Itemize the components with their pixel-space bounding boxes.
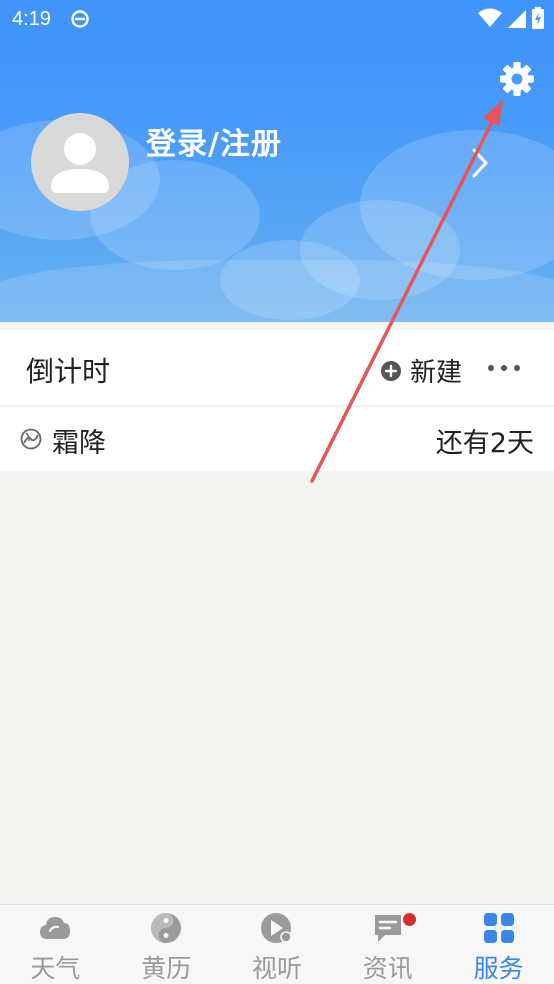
nav-tab-label: 资讯: [362, 954, 413, 983]
screen: 4:19 登录/注册 倒计时 新建 霜降 还有2天 天气 黄历 视听 资讯 服务: [0, 0, 554, 984]
battery-icon: [532, 7, 544, 29]
yin-yang-icon: [151, 913, 182, 943]
user-placeholder-icon: [51, 133, 109, 193]
countdown-section-header: 倒计时 新建: [0, 330, 554, 406]
new-countdown-label: 新建: [410, 358, 463, 388]
event-name: 霜降: [52, 428, 106, 459]
login-register-link[interactable]: 登录/注册: [146, 119, 282, 163]
nav-tab-label: 黄历: [141, 954, 192, 983]
nav-tab-label: 视听: [251, 954, 302, 983]
bottom-navigation: 天气 黄历 视听 资讯 服务: [0, 904, 554, 984]
status-time: 4:19: [12, 8, 51, 30]
nav-tab-media[interactable]: 视听: [222, 905, 333, 984]
signal-icon: [508, 10, 526, 28]
countdown-title: 倒计时: [26, 355, 111, 388]
cloud-icon: [40, 917, 71, 939]
nav-tab-label: 天气: [30, 954, 81, 983]
nav-tab-news[interactable]: 资讯: [332, 905, 443, 984]
wifi-icon: [478, 8, 502, 27]
new-countdown-button[interactable]: 新建: [380, 352, 462, 389]
countdown-event-row[interactable]: 霜降 还有2天: [0, 407, 554, 471]
nav-tab-almanac[interactable]: 黄历: [111, 905, 222, 984]
app-notification-icon: [71, 10, 89, 28]
news-unread-badge: [403, 913, 417, 926]
nav-tab-label: 服务: [473, 954, 524, 983]
more-options-icon[interactable]: [486, 358, 522, 378]
status-bar: 4:19: [0, 0, 554, 40]
status-icons: [478, 7, 544, 29]
profile-header: 4:19 登录/注册: [0, 0, 554, 322]
solar-term-icon: [20, 428, 42, 450]
play-music-icon: [260, 913, 292, 943]
settings-gear-icon[interactable]: [496, 58, 538, 100]
news-message-icon: [374, 915, 401, 942]
grid-apps-icon: [483, 913, 514, 943]
avatar[interactable]: [31, 113, 129, 211]
nav-tab-weather[interactable]: 天气: [0, 905, 111, 984]
nav-tab-services[interactable]: 服务: [443, 905, 554, 984]
event-remaining-days: 还有2天: [435, 428, 534, 459]
plus-circle-icon: [381, 360, 401, 381]
chevron-right-icon[interactable]: [470, 146, 490, 180]
